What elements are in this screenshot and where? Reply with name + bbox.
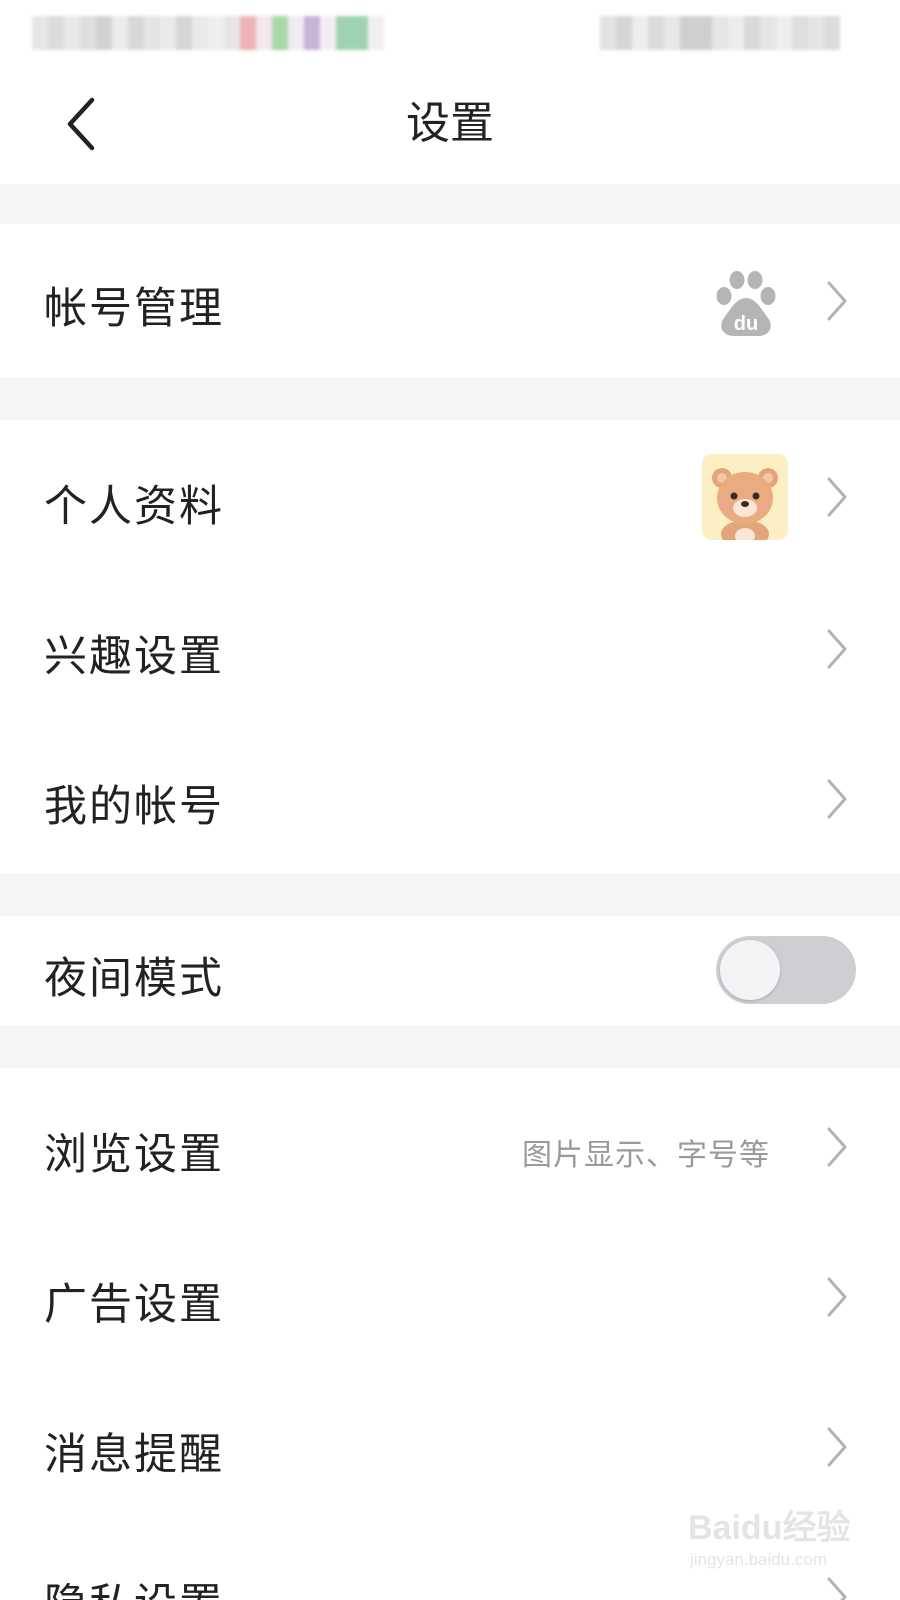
chevron-right-icon (827, 779, 847, 819)
settings-item-label: 个人资料 (44, 482, 224, 532)
settings-item-browse[interactable]: 浏览设置 图片显示、字号等 (0, 1068, 900, 1218)
settings-item-label: 我的帐号 (44, 782, 224, 832)
settings-item-label: 夜间模式 (44, 954, 224, 1004)
night-mode-toggle[interactable] (716, 936, 856, 1004)
chevron-right-icon (827, 1277, 847, 1317)
status-bar-left-blurred (32, 16, 384, 50)
baidu-jingyan-watermark: Baidu经验 jingyan.baidu.com (688, 1500, 868, 1580)
settings-item-profile[interactable]: 个人资料 (0, 420, 900, 574)
settings-item-label: 兴趣设置 (44, 632, 224, 682)
toggle-knob (720, 940, 780, 1000)
settings-item-label: 消息提醒 (44, 1430, 224, 1480)
settings-item-notifications[interactable]: 消息提醒 (0, 1368, 900, 1518)
settings-item-label: 浏览设置 (44, 1130, 224, 1180)
settings-item-label: 帐号管理 (44, 284, 224, 334)
settings-item-account-management[interactable]: 帐号管理 du (0, 224, 900, 378)
settings-item-night-mode: 夜间模式 (0, 916, 900, 1026)
watermark-url: jingyan.baidu.com (690, 1550, 828, 1569)
bear-avatar-icon (712, 468, 778, 540)
chevron-right-icon (827, 629, 847, 669)
svg-text:du: du (734, 313, 758, 335)
status-bar (0, 0, 900, 64)
settings-item-hint: 图片显示、字号等 (522, 1138, 770, 1173)
baidu-paw-icon: du (716, 271, 776, 336)
settings-screen: 设置 帐号管理 du 个人资料 兴趣设置 我的帐号 夜间模式 浏览设置 图片显示… (0, 0, 900, 1600)
chevron-right-icon (827, 477, 847, 517)
status-bar-right-blurred (600, 16, 840, 50)
page-title: 设置 (406, 98, 494, 149)
section-divider (0, 184, 900, 224)
chevron-right-icon (827, 1127, 847, 1167)
section-divider (0, 874, 900, 916)
chevron-right-icon (827, 281, 847, 321)
settings-item-interest[interactable]: 兴趣设置 (0, 574, 900, 724)
section-divider (0, 378, 900, 420)
watermark-brand: Baidu经验 (688, 1509, 851, 1547)
section-divider (0, 1026, 900, 1068)
settings-item-ads[interactable]: 广告设置 (0, 1218, 900, 1368)
avatar (702, 454, 788, 540)
settings-item-my-account[interactable]: 我的帐号 (0, 724, 900, 874)
top-nav-bar: 设置 (0, 64, 900, 184)
settings-item-label: 广告设置 (44, 1280, 224, 1330)
chevron-right-icon (827, 1427, 847, 1467)
settings-item-label: 隐私设置 (44, 1570, 224, 1600)
